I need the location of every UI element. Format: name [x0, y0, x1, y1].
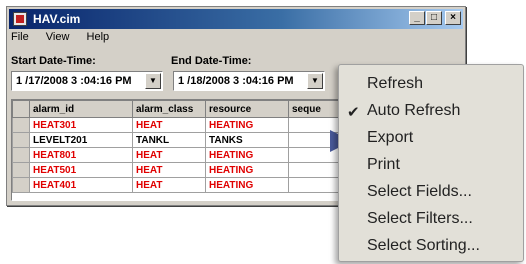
table-cell[interactable]: LEVELT201: [29, 132, 133, 148]
menu-help[interactable]: Help: [87, 31, 110, 43]
row-header[interactable]: [12, 132, 30, 148]
column-header-resource[interactable]: resource: [205, 100, 289, 118]
table-cell[interactable]: HEAT801: [29, 147, 133, 163]
table-cell[interactable]: HEAT: [132, 117, 206, 133]
table-cell[interactable]: TANKL: [132, 132, 206, 148]
table-cell[interactable]: HEATING: [205, 147, 289, 163]
menu-bar: File View Help: [11, 31, 123, 49]
chevron-down-icon[interactable]: ▼: [307, 73, 323, 89]
menu-item-print[interactable]: Print: [367, 156, 400, 174]
start-date-picker[interactable]: 1 /17/2008 3 :04:16 PM ▼: [11, 71, 163, 91]
table-row[interactable]: LEVELT201 TANKL TANKS: [12, 132, 376, 148]
row-header[interactable]: [12, 117, 30, 133]
minimize-button[interactable]: _: [409, 11, 425, 25]
end-date-value: 1 /18/2008 3 :04:16 PM: [178, 75, 294, 87]
table-row[interactable]: HEAT401 HEAT HEATING: [12, 177, 376, 193]
menu-view[interactable]: View: [46, 31, 70, 43]
menu-item-export[interactable]: Export: [367, 129, 413, 147]
menu-item-select-filters[interactable]: Select Filters...: [367, 210, 473, 228]
table-row[interactable]: HEAT801 HEAT HEATING: [12, 147, 376, 163]
start-date-label: Start Date-Time:: [11, 55, 96, 67]
app-icon: [13, 12, 27, 26]
table-cell[interactable]: HEAT501: [29, 162, 133, 178]
table-cell[interactable]: HEATING: [205, 162, 289, 178]
table-cell[interactable]: TANKS: [205, 132, 289, 148]
table-cell[interactable]: HEAT: [132, 162, 206, 178]
table-row[interactable]: HEAT501 HEAT HEATING: [12, 162, 376, 178]
table-cell[interactable]: HEATING: [205, 177, 289, 193]
table-row[interactable]: HEAT301 HEAT HEATING: [12, 117, 376, 133]
table-cell[interactable]: HEAT: [132, 177, 206, 193]
table-cell[interactable]: HEATING: [205, 117, 289, 133]
menu-item-select-sorting[interactable]: Select Sorting...: [367, 237, 480, 255]
close-button[interactable]: ×: [445, 11, 461, 25]
start-date-value: 1 /17/2008 3 :04:16 PM: [16, 75, 132, 87]
end-date-picker[interactable]: 1 /18/2008 3 :04:16 PM ▼: [173, 71, 325, 91]
row-header-corner: [12, 100, 30, 118]
context-menu: Refresh ✔ Auto Refresh Export Print Sele…: [338, 64, 524, 262]
row-header[interactable]: [12, 162, 30, 178]
row-header[interactable]: [12, 147, 30, 163]
row-header[interactable]: [12, 177, 30, 193]
chevron-down-icon[interactable]: ▼: [145, 73, 161, 89]
menu-file[interactable]: File: [11, 31, 29, 43]
window-title: HAV.cim: [33, 12, 81, 26]
table-cell[interactable]: HEAT401: [29, 177, 133, 193]
table-header-row: alarm_id alarm_class resource seque: [12, 100, 376, 118]
column-header-alarm-id[interactable]: alarm_id: [29, 100, 133, 118]
maximize-button[interactable]: □: [426, 11, 442, 25]
menu-item-auto-refresh[interactable]: Auto Refresh: [367, 102, 460, 120]
table-cell[interactable]: HEAT301: [29, 117, 133, 133]
table-cell[interactable]: HEAT: [132, 147, 206, 163]
menu-item-select-fields[interactable]: Select Fields...: [367, 183, 472, 201]
menu-item-refresh[interactable]: Refresh: [367, 75, 423, 93]
end-date-label: End Date-Time:: [171, 55, 252, 67]
column-header-alarm-class[interactable]: alarm_class: [132, 100, 206, 118]
title-bar: HAV.cim _ □ ×: [9, 9, 463, 29]
checkmark-icon: ✔: [347, 104, 360, 121]
